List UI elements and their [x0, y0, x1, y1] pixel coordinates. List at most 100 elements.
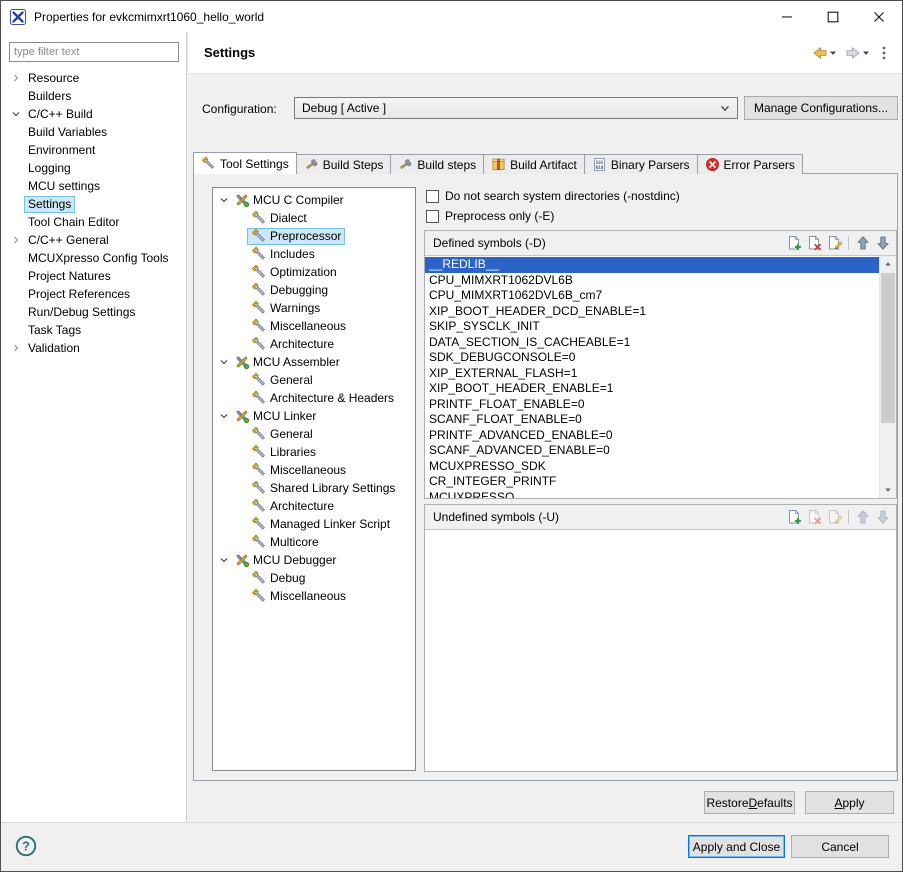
tool-tree-item-optimization[interactable]: Optimization	[213, 263, 415, 281]
chevron-down-icon[interactable]	[829, 49, 837, 57]
apply-and-close-button[interactable]: Apply and Close	[688, 835, 785, 858]
tab-build-artifact[interactable]: Build Artifact	[483, 154, 585, 174]
tool-tree-item-mcu-debugger[interactable]: MCU Debugger	[213, 551, 415, 569]
apply-button[interactable]: Apply	[805, 791, 894, 814]
tool-tree-item-includes[interactable]: Includes	[213, 245, 415, 263]
close-button[interactable]	[856, 1, 902, 32]
defined-symbol-row[interactable]: CR_INTEGER_PRINTF	[425, 474, 879, 490]
edit-symbol-icon[interactable]	[826, 235, 842, 251]
sidebar-item-run-debug-settings[interactable]: Run/Debug Settings	[1, 303, 186, 321]
sidebar-item-project-references[interactable]: Project References	[1, 285, 186, 303]
defined-symbol-row[interactable]: XIP_EXTERNAL_FLASH=1	[425, 366, 879, 382]
chevron-down-icon[interactable]	[862, 49, 870, 57]
tool-tree-item-managed-linker-script[interactable]: Managed Linker Script	[213, 515, 415, 533]
defined-symbol-row[interactable]: MCUXPRESSO_SDK	[425, 459, 879, 475]
configuration-select[interactable]: Debug [ Active ]	[294, 97, 738, 119]
manage-configurations-button[interactable]: Manage Configurations...	[744, 96, 898, 120]
chevron-down-icon[interactable]	[217, 194, 230, 207]
sidebar-item-mcuxpresso-config-tools[interactable]: MCUXpresso Config Tools	[1, 249, 186, 267]
sidebar-item-environment[interactable]: Environment	[1, 141, 186, 159]
sidebar-item-ccpp-build[interactable]: C/C++ Build	[1, 105, 186, 123]
chevron-right-icon[interactable]	[7, 233, 24, 247]
move-up-icon[interactable]	[855, 509, 871, 525]
chevron-down-icon[interactable]	[217, 356, 230, 369]
defined-symbol-row[interactable]: SCANF_ADVANCED_ENABLE=0	[425, 443, 879, 459]
tool-tree-item-general[interactable]: General	[213, 371, 415, 389]
move-up-icon[interactable]	[855, 235, 871, 251]
edit-symbol-icon[interactable]	[826, 509, 842, 525]
nostdinc-checkbox[interactable]	[426, 190, 439, 203]
move-down-icon[interactable]	[875, 509, 891, 525]
sidebar-item-resource[interactable]: Resource	[1, 69, 186, 87]
undefined-symbols-list[interactable]	[425, 530, 896, 771]
tool-tree-item-linker-miscellaneous[interactable]: Miscellaneous	[213, 461, 415, 479]
tool-tree-item-linker-general[interactable]: General	[213, 425, 415, 443]
sidebar-item-builders[interactable]: Builders	[1, 87, 186, 105]
view-menu-icon[interactable]	[876, 45, 892, 61]
add-symbol-icon[interactable]	[786, 235, 802, 251]
tool-tree-item-multicore[interactable]: Multicore	[213, 533, 415, 551]
sidebar-item-project-natures[interactable]: Project Natures	[1, 267, 186, 285]
defined-symbol-row[interactable]: MCUXPRESSO	[425, 490, 879, 499]
tool-tree-item-shared-library-settings[interactable]: Shared Library Settings	[213, 479, 415, 497]
chevron-down-icon[interactable]	[7, 107, 24, 121]
tab-build-steps-2[interactable]: Build steps	[390, 154, 484, 174]
tool-tree-item-debugger-miscellaneous[interactable]: Miscellaneous	[213, 587, 415, 605]
delete-symbol-icon[interactable]	[806, 509, 822, 525]
add-symbol-icon[interactable]	[786, 509, 802, 525]
filter-input[interactable]	[9, 42, 179, 62]
back-button[interactable]	[810, 43, 839, 63]
sidebar-item-tool-chain-editor[interactable]: Tool Chain Editor	[1, 213, 186, 231]
tool-tree-item-debug[interactable]: Debug	[213, 569, 415, 587]
sidebar-item-logging[interactable]: Logging	[1, 159, 186, 177]
defined-symbol-row[interactable]: __REDLIB__	[425, 257, 879, 273]
sidebar-item-validation[interactable]: Validation	[1, 339, 186, 357]
tool-tree-item-mcu-assembler[interactable]: MCU Assembler	[213, 353, 415, 371]
defined-symbol-row[interactable]: SDK_DEBUGCONSOLE=0	[425, 350, 879, 366]
chevron-right-icon[interactable]	[7, 71, 24, 85]
tool-tree-item-mcu-c-compiler[interactable]: MCU C Compiler	[213, 191, 415, 209]
chevron-right-icon[interactable]	[7, 341, 24, 355]
tool-tree-item-dialect[interactable]: Dialect	[213, 209, 415, 227]
tool-tree-item-mcu-linker[interactable]: MCU Linker	[213, 407, 415, 425]
tool-tree-item-linker-architecture[interactable]: Architecture	[213, 497, 415, 515]
help-icon[interactable]	[15, 835, 37, 857]
tool-tree-item-debugging[interactable]: Debugging	[213, 281, 415, 299]
sidebar-item-ccpp-general[interactable]: C/C++ General	[1, 231, 186, 249]
delete-symbol-icon[interactable]	[806, 235, 822, 251]
tool-tree-item-architecture[interactable]: Architecture	[213, 335, 415, 353]
scroll-up-icon[interactable]	[880, 256, 896, 272]
defined-symbol-row[interactable]: CPU_MIMXRT1062DVL6B_cm7	[425, 288, 879, 304]
tool-tree-item-miscellaneous[interactable]: Miscellaneous	[213, 317, 415, 335]
tab-binary-parsers[interactable]: Binary Parsers	[584, 154, 698, 174]
restore-defaults-button[interactable]: Restore Defaults	[704, 791, 795, 814]
tool-tree-item-preprocessor[interactable]: Preprocessor	[213, 227, 415, 245]
defined-symbol-row[interactable]: DATA_SECTION_IS_CACHEABLE=1	[425, 335, 879, 351]
move-down-icon[interactable]	[875, 235, 891, 251]
tab-tool-settings[interactable]: Tool Settings	[193, 152, 297, 174]
tab-build-steps[interactable]: Build Steps	[296, 154, 392, 174]
cancel-button[interactable]: Cancel	[791, 835, 889, 858]
defined-symbol-row[interactable]: CPU_MIMXRT1062DVL6B	[425, 273, 879, 289]
defined-symbol-row[interactable]: PRINTF_ADVANCED_ENABLE=0	[425, 428, 879, 444]
chevron-down-icon[interactable]	[217, 554, 230, 567]
defined-symbol-row[interactable]: PRINTF_FLOAT_ENABLE=0	[425, 397, 879, 413]
tool-tree-item-libraries[interactable]: Libraries	[213, 443, 415, 461]
scrollbar-thumb[interactable]	[881, 273, 895, 423]
maximize-button[interactable]	[810, 1, 856, 32]
sidebar-item-build-variables[interactable]: Build Variables	[1, 123, 186, 141]
chevron-down-icon[interactable]	[217, 410, 230, 423]
defined-symbol-row[interactable]: XIP_BOOT_HEADER_ENABLE=1	[425, 381, 879, 397]
sidebar-item-task-tags[interactable]: Task Tags	[1, 321, 186, 339]
defined-symbol-row[interactable]: SKIP_SYSCLK_INIT	[425, 319, 879, 335]
sidebar-item-settings[interactable]: Settings	[1, 195, 186, 213]
scroll-down-icon[interactable]	[880, 482, 896, 498]
forward-button[interactable]	[843, 43, 872, 63]
preprocess-only-checkbox[interactable]	[426, 210, 439, 223]
tool-tree-item-architecture-headers[interactable]: Architecture & Headers	[213, 389, 415, 407]
scrollbar[interactable]	[879, 256, 896, 498]
minimize-button[interactable]	[764, 1, 810, 32]
defined-symbol-row[interactable]: SCANF_FLOAT_ENABLE=0	[425, 412, 879, 428]
sidebar-item-mcu-settings[interactable]: MCU settings	[1, 177, 186, 195]
defined-symbol-row[interactable]: XIP_BOOT_HEADER_DCD_ENABLE=1	[425, 304, 879, 320]
